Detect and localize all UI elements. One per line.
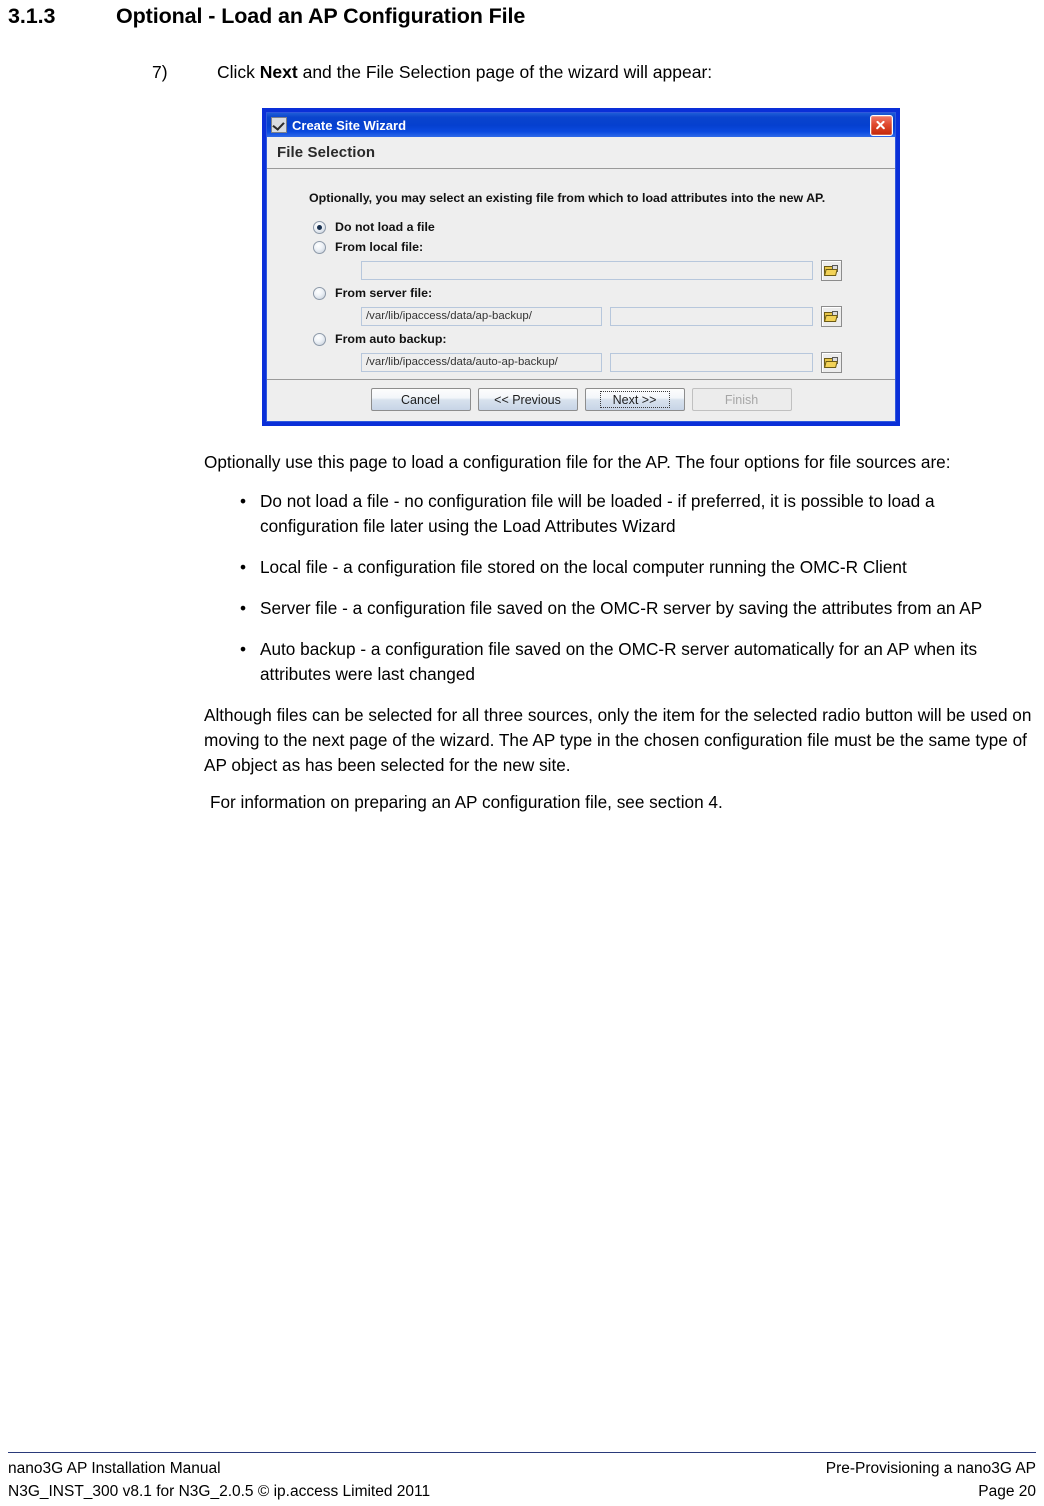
step-item: 7) Click Next and the File Selection pag…: [152, 62, 1032, 83]
paragraph-2: Although files can be selected for all t…: [204, 705, 1032, 775]
bullet-marker: •: [240, 598, 247, 618]
finish-button: Finish: [691, 388, 792, 411]
dialog-title: Create Site Wizard: [292, 118, 407, 132]
bullet-marker: •: [240, 639, 247, 659]
local-file-browse-button[interactable]: [821, 259, 842, 281]
bullet-marker: •: [240, 557, 247, 577]
auto-backup-path-input[interactable]: /var/lib/ipaccess/data/auto-ap-backup/: [361, 352, 602, 372]
dialog-intro-text: Optionally, you may select an existing f…: [309, 191, 826, 205]
open-folder-icon: [824, 310, 839, 323]
auto-backup-name-input[interactable]: [610, 352, 813, 372]
dialog-titlebar: Create Site Wizard: [267, 113, 895, 137]
radio-from-server-file-label: From server file:: [335, 286, 433, 300]
server-file-browse-button[interactable]: [821, 305, 842, 327]
radio-from-auto-backup-label: From auto backup:: [335, 332, 447, 346]
local-file-input[interactable]: [361, 260, 813, 280]
footer-row-1: nano3G AP Installation Manual Pre-Provis…: [8, 1457, 1036, 1480]
dialog-page-header: File Selection: [267, 137, 895, 169]
radio-from-auto-backup-icon[interactable]: [313, 332, 326, 346]
dialog-page-header-label: File Selection: [277, 144, 376, 161]
intro-paragraph: Optionally use this page to load a confi…: [204, 452, 951, 472]
file-source-radio-group: Do not load a file From local file: From…: [313, 217, 873, 375]
list-item-text: Server file - a configuration file saved…: [260, 598, 983, 618]
list-item-text: Local file - a configuration file stored…: [260, 557, 907, 577]
radio-option-do-not-load[interactable]: Do not load a file: [313, 217, 873, 237]
step-text-before: Click: [217, 62, 260, 82]
step-number: 7): [152, 62, 168, 82]
radio-option-from-auto-backup[interactable]: From auto backup:: [313, 329, 873, 349]
list-item-text: Auto backup - a configuration file saved…: [260, 639, 978, 684]
open-folder-icon: [824, 356, 839, 369]
radio-option-from-server-file[interactable]: From server file:: [313, 283, 873, 303]
focus-ring: [599, 391, 670, 408]
server-file-name-input[interactable]: [610, 306, 813, 326]
document-page: 3.1.3 Optional - Load an AP Configuratio…: [0, 0, 1044, 1506]
step-text-after: and the File Selection page of the wizar…: [297, 62, 713, 82]
radio-from-local-file-icon[interactable]: [313, 240, 326, 254]
next-button[interactable]: Next >>: [584, 388, 685, 411]
file-source-bullet-list: • Do not load a file - no configuration …: [204, 489, 1036, 687]
step-bold-word: Next: [259, 62, 298, 82]
local-file-field-row: [313, 257, 873, 283]
radio-do-not-load-label: Do not load a file: [335, 220, 435, 234]
wizard-icon: [271, 117, 287, 133]
step-text: Click Next and the File Selection page o…: [217, 62, 1032, 83]
server-file-field-row: /var/lib/ipaccess/data/ap-backup/: [313, 303, 873, 329]
list-item: • Auto backup - a configuration file sav…: [204, 637, 1036, 687]
radio-do-not-load-icon[interactable]: [313, 220, 326, 234]
section-title: Optional - Load an AP Configuration File: [116, 4, 526, 28]
create-site-wizard-dialog: Create Site Wizard File Selection Option…: [262, 108, 900, 426]
body-copy: Optionally use this page to load a confi…: [204, 450, 1036, 829]
close-icon[interactable]: [870, 114, 893, 136]
dialog-button-bar: Cancel << Previous Next >> Finish: [267, 379, 895, 421]
list-item: • Server file - a configuration file sav…: [204, 596, 1036, 621]
dialog-inner-frame: Create Site Wizard File Selection Option…: [266, 112, 896, 422]
radio-from-server-file-icon[interactable]: [313, 286, 326, 300]
footer-doc-id: N3G_INST_300 v8.1 for N3G_2.0.5 © ip.acc…: [8, 1483, 431, 1500]
paragraph-3: For information on preparing an AP confi…: [210, 792, 723, 812]
footer-page-number: Page 20: [978, 1483, 1036, 1500]
auto-backup-browse-button[interactable]: [821, 351, 842, 373]
server-file-path-input[interactable]: /var/lib/ipaccess/data/ap-backup/: [361, 306, 602, 326]
page-title: 3.1.3 Optional - Load an AP Configuratio…: [8, 4, 1028, 29]
cancel-button[interactable]: Cancel: [370, 388, 471, 411]
radio-from-local-file-label: From local file:: [335, 240, 424, 254]
open-folder-icon: [824, 264, 839, 277]
section-number: 3.1.3: [8, 4, 56, 28]
radio-option-from-local-file[interactable]: From local file:: [313, 237, 873, 257]
footer-manual-name: nano3G AP Installation Manual: [8, 1460, 221, 1477]
auto-backup-field-row: /var/lib/ipaccess/data/auto-ap-backup/: [313, 349, 873, 375]
dialog-body: Optionally, you may select an existing f…: [267, 169, 895, 379]
page-footer: nano3G AP Installation Manual Pre-Provis…: [8, 1452, 1036, 1503]
footer-row-2: N3G_INST_300 v8.1 for N3G_2.0.5 © ip.acc…: [8, 1480, 1036, 1503]
footer-chapter-name: Pre-Provisioning a nano3G AP: [825, 1460, 1036, 1477]
list-item: • Do not load a file - no configuration …: [204, 489, 1036, 539]
list-item: • Local file - a configuration file stor…: [204, 555, 1036, 580]
list-item-text: Do not load a file - no configuration fi…: [260, 491, 935, 536]
bullet-marker: •: [240, 491, 247, 511]
previous-button[interactable]: << Previous: [477, 388, 578, 411]
